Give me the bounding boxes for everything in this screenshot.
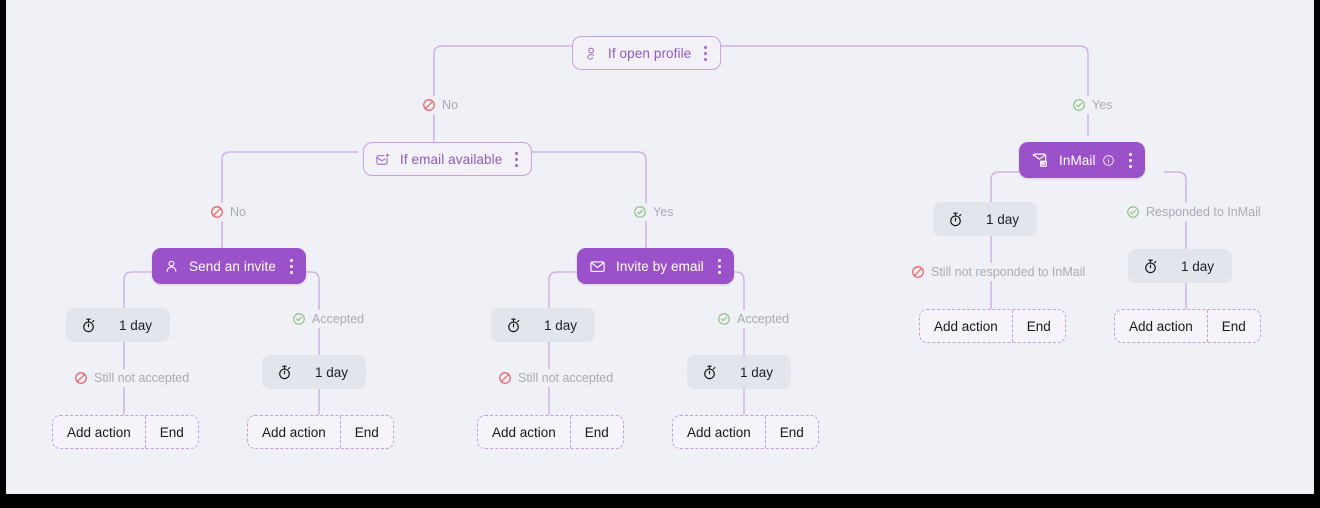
- check-circle-icon: [1072, 98, 1086, 112]
- branch-label-text: No: [230, 205, 246, 219]
- branch-label-root-no: No: [420, 96, 464, 114]
- ban-icon: [911, 265, 925, 279]
- delay-node-email-accepted-wait[interactable]: 1 day: [687, 355, 792, 389]
- branch-label-root-yes: Yes: [1070, 96, 1119, 114]
- node-menu-icon[interactable]: [1125, 152, 1136, 168]
- node-label: If email available: [400, 151, 503, 167]
- stopwatch-icon: [276, 364, 293, 381]
- terminal-email-not-accepted[interactable]: Add action End: [477, 415, 624, 449]
- node-menu-icon[interactable]: [511, 151, 522, 167]
- add-action-button[interactable]: Add action: [478, 416, 571, 448]
- end-button[interactable]: End: [1013, 310, 1065, 342]
- delay-node-invite-accepted-wait[interactable]: 1 day: [262, 355, 367, 389]
- end-button[interactable]: End: [341, 416, 393, 448]
- add-action-button[interactable]: Add action: [53, 416, 146, 448]
- delay-node-inmail-wait[interactable]: 1 day: [933, 202, 1038, 236]
- add-action-button[interactable]: Add action: [920, 310, 1013, 342]
- node-invite-by-email[interactable]: Invite by email: [577, 248, 734, 284]
- node-send-an-invite[interactable]: Send an invite: [152, 248, 306, 284]
- branch-label-text: Accepted: [737, 312, 790, 326]
- stopwatch-icon: [505, 317, 522, 334]
- add-action-button[interactable]: Add action: [1115, 310, 1208, 342]
- check-circle-icon: [633, 205, 647, 219]
- delay-node-email-wait[interactable]: 1 day: [491, 308, 596, 342]
- stopwatch-icon: [701, 364, 718, 381]
- check-circle-icon: [717, 312, 731, 326]
- branch-label-invite-not-accepted: Still not accepted: [72, 369, 196, 387]
- branch-label-inmail-responded: Responded to InMail: [1124, 203, 1267, 221]
- email-available-icon: [375, 152, 391, 167]
- terminal-inmail-responded[interactable]: Add action End: [1114, 309, 1261, 343]
- delay-node-invite-wait[interactable]: 1 day: [66, 308, 171, 342]
- node-if-email-available[interactable]: If email available: [363, 142, 533, 176]
- node-if-open-profile[interactable]: If open profile: [572, 36, 722, 70]
- delay-label: 1 day: [544, 317, 578, 333]
- check-circle-icon: [292, 312, 306, 326]
- end-button[interactable]: End: [1208, 310, 1260, 342]
- delay-label: 1 day: [119, 317, 153, 333]
- branch-label-text: Accepted: [312, 312, 365, 326]
- terminal-email-accepted[interactable]: Add action End: [672, 415, 819, 449]
- add-action-button[interactable]: Add action: [673, 416, 766, 448]
- ban-icon: [498, 371, 512, 385]
- ban-icon: [210, 205, 224, 219]
- delay-node-inmail-responded-wait[interactable]: 1 day: [1128, 249, 1233, 283]
- node-label: Invite by email: [616, 258, 704, 274]
- delay-label: 1 day: [740, 364, 774, 380]
- profile-check-icon: [584, 46, 599, 61]
- branch-label-invite-accepted: Accepted: [290, 310, 371, 328]
- inmail-icon: [1031, 152, 1049, 168]
- person-icon: [164, 259, 179, 274]
- node-menu-icon[interactable]: [286, 258, 297, 274]
- terminal-inmail-not-responded[interactable]: Add action End: [919, 309, 1066, 343]
- branch-label-text: Still not accepted: [94, 371, 190, 385]
- delay-label: 1 day: [315, 364, 349, 380]
- branch-label-text: Still not accepted: [518, 371, 614, 385]
- branch-label-email-yes: Yes: [631, 203, 680, 221]
- check-circle-icon: [1126, 205, 1140, 219]
- info-icon[interactable]: [1102, 154, 1115, 167]
- stopwatch-icon: [947, 211, 964, 228]
- branch-label-email-not-accepted: Still not accepted: [496, 369, 620, 387]
- envelope-icon: [589, 259, 606, 274]
- end-button[interactable]: End: [146, 416, 198, 448]
- connector-edges: [123, 45, 1187, 418]
- terminal-invite-not-accepted[interactable]: Add action End: [52, 415, 199, 449]
- branch-label-email-accepted: Accepted: [715, 310, 796, 328]
- branch-label-text: Still not responded to InMail: [931, 265, 1086, 279]
- node-menu-icon[interactable]: [714, 258, 725, 274]
- node-inmail[interactable]: InMail: [1019, 142, 1145, 178]
- branch-label-text: No: [442, 98, 458, 112]
- flow-canvas[interactable]: If open profile No Yes If email availabl…: [6, 0, 1314, 494]
- ban-icon: [422, 98, 436, 112]
- stopwatch-icon: [80, 317, 97, 334]
- branch-label-email-no: No: [208, 203, 252, 221]
- add-action-button[interactable]: Add action: [248, 416, 341, 448]
- end-button[interactable]: End: [571, 416, 623, 448]
- ban-icon: [74, 371, 88, 385]
- node-label: InMail: [1059, 152, 1096, 168]
- end-button[interactable]: End: [766, 416, 818, 448]
- terminal-invite-accepted[interactable]: Add action End: [247, 415, 394, 449]
- branch-label-inmail-not-responded: Still not responded to InMail: [909, 263, 1092, 281]
- stopwatch-icon: [1142, 258, 1159, 275]
- branch-label-text: Yes: [1092, 98, 1113, 112]
- branch-label-text: Responded to InMail: [1146, 205, 1261, 219]
- node-label: If open profile: [608, 45, 692, 61]
- delay-label: 1 day: [986, 211, 1020, 227]
- branch-label-text: Yes: [653, 205, 674, 219]
- node-label: Send an invite: [189, 258, 276, 274]
- node-menu-icon[interactable]: [700, 45, 711, 61]
- delay-label: 1 day: [1181, 258, 1215, 274]
